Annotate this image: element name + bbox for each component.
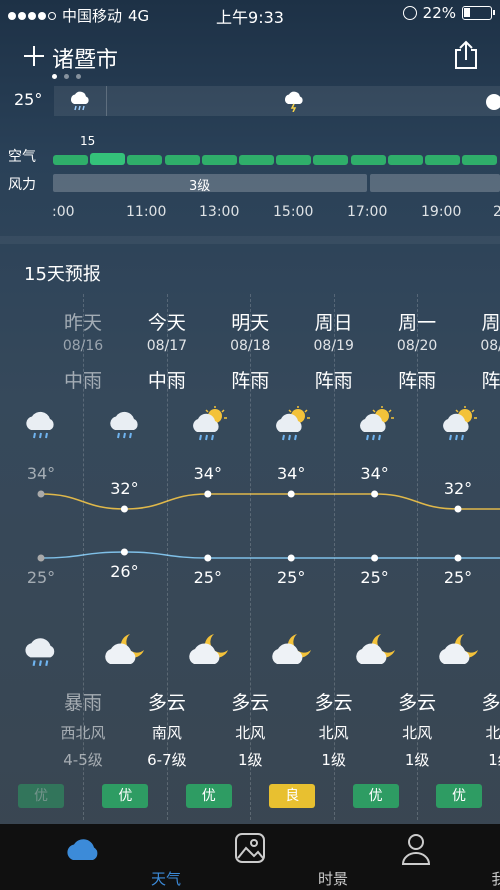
aqi-badge: 优 [436, 784, 482, 808]
forecast-day-column[interactable]: 周一 08/20 阵雨 多云 北风 1级优 [333, 294, 437, 820]
status-right: 22% [402, 4, 495, 22]
low-temp: 25° [193, 568, 222, 587]
hour-label: 13:00 [199, 204, 240, 220]
low-temp: 25° [360, 568, 389, 587]
aqi-badge: 优 [185, 784, 232, 808]
hour-labels: :00 11:00 13:00 15:00 17:00 19:00 2 [0, 204, 500, 224]
aqi-badge: 优 [352, 784, 399, 808]
cloudy-night-icon [355, 632, 399, 670]
hour-label: 11:00 [126, 204, 167, 220]
cloudy-night-icon [271, 632, 315, 670]
cloud-icon [67, 839, 98, 860]
tab-weather[interactable]: 天气 [0, 824, 181, 890]
city-name[interactable]: 诸暨市 [52, 42, 118, 74]
low-temp: 26° [110, 562, 139, 581]
daily-forecast[interactable]: 昨天 08/16 中雨 暴雨 西北风 4-5级优今天 08/17 中雨 多云 南风 6-7级优明天 0… [0, 294, 500, 820]
current-temperature: 25° [14, 90, 43, 109]
rain-cloud-icon [106, 406, 146, 442]
photo-icon [235, 833, 265, 863]
tab-me[interactable]: 我 [333, 824, 500, 890]
section-title: 15天预报 [24, 264, 101, 285]
rotation-lock-icon [402, 6, 417, 20]
wind-label: 风力 [8, 177, 36, 193]
forecast-day-column[interactable]: 昨天 08/16 中雨 暴雨 西北风 4-5级优 [0, 294, 106, 820]
low-temp: 25° [26, 568, 56, 587]
wind-bar: 3级 [53, 174, 500, 194]
wind-level: 3级 [189, 179, 211, 194]
cloudy-night-icon [188, 632, 232, 670]
tab-label: 我 [491, 870, 500, 888]
status-bar: 中国移动 4G 上午9:33 22% [0, 0, 500, 28]
wind-level: 1级 [488, 751, 500, 769]
rain-cloud-icon [70, 91, 89, 111]
air-quality-bars [53, 153, 500, 166]
sun-shower-icon [273, 406, 313, 442]
high-temp: 34° [193, 464, 222, 483]
forecast-day-column[interactable]: 周日 08/19 阵雨 多云 北风 1级良 [250, 294, 354, 820]
battery-percent: 22% [422, 4, 456, 22]
cloud-icon [486, 94, 500, 110]
rain-cloud-icon [22, 406, 62, 442]
high-temp: 32° [110, 479, 139, 498]
air-quality-value: 15 [80, 134, 96, 148]
hour-label: 2 [493, 204, 500, 220]
aqi-badge: 优 [18, 784, 64, 808]
add-city-icon[interactable] [22, 44, 46, 68]
forecast-day-column[interactable]: 明天 08/18 阵雨 多云 北风 1级优 [166, 294, 270, 820]
hourly-condition-strip [54, 86, 500, 116]
forecast-day-column[interactable]: 今天 08/17 中雨 多云 南风 6-7级优 [83, 294, 187, 820]
page-indicator [52, 74, 81, 79]
aqi-badge: 良 [269, 784, 316, 808]
air-quality-label: 空气 [8, 149, 36, 165]
person-icon [401, 834, 431, 865]
night-condition: 多云 [481, 692, 500, 714]
day-name: 周二 [481, 312, 500, 334]
day-condition: 阵雨 [481, 370, 500, 392]
header: 诸暨市 [0, 40, 500, 76]
low-temp: 25° [443, 568, 473, 587]
hour-label: 17:00 [347, 204, 388, 220]
share-icon[interactable] [452, 40, 480, 70]
forecast-day-column[interactable]: 周二 08/21 阵雨多云北风 1级优 [417, 294, 500, 820]
sun-shower-icon [357, 406, 397, 442]
sun-shower-icon [440, 406, 480, 442]
rain-cloud-icon [20, 632, 64, 670]
sun-shower-icon [190, 406, 230, 442]
cloudy-night-icon [438, 632, 482, 670]
day-date: 08/21 [480, 338, 500, 354]
high-temp: 32° [443, 479, 473, 498]
hour-label: 15:00 [273, 204, 314, 220]
aqi-badge: 优 [102, 784, 149, 808]
tab-scenes[interactable]: 时景 [167, 824, 348, 890]
high-temp: 34° [277, 464, 306, 483]
hour-label: 19:00 [421, 204, 462, 220]
tab-bar: 天气 时景 我 [0, 824, 500, 890]
hour-label: :00 [52, 204, 75, 220]
hourly-forecast[interactable]: 25° 空气 15 风力 3级 :00 11:00 13:00 15:00 17… [0, 84, 500, 234]
section-divider [0, 236, 500, 244]
cloudy-night-icon [104, 632, 148, 670]
battery-icon [462, 6, 495, 20]
wind-direction: 北风 [485, 724, 500, 742]
high-temp: 34° [26, 464, 56, 483]
thunderstorm-icon [284, 91, 303, 112]
low-temp: 25° [277, 568, 306, 587]
high-temp: 34° [360, 464, 389, 483]
